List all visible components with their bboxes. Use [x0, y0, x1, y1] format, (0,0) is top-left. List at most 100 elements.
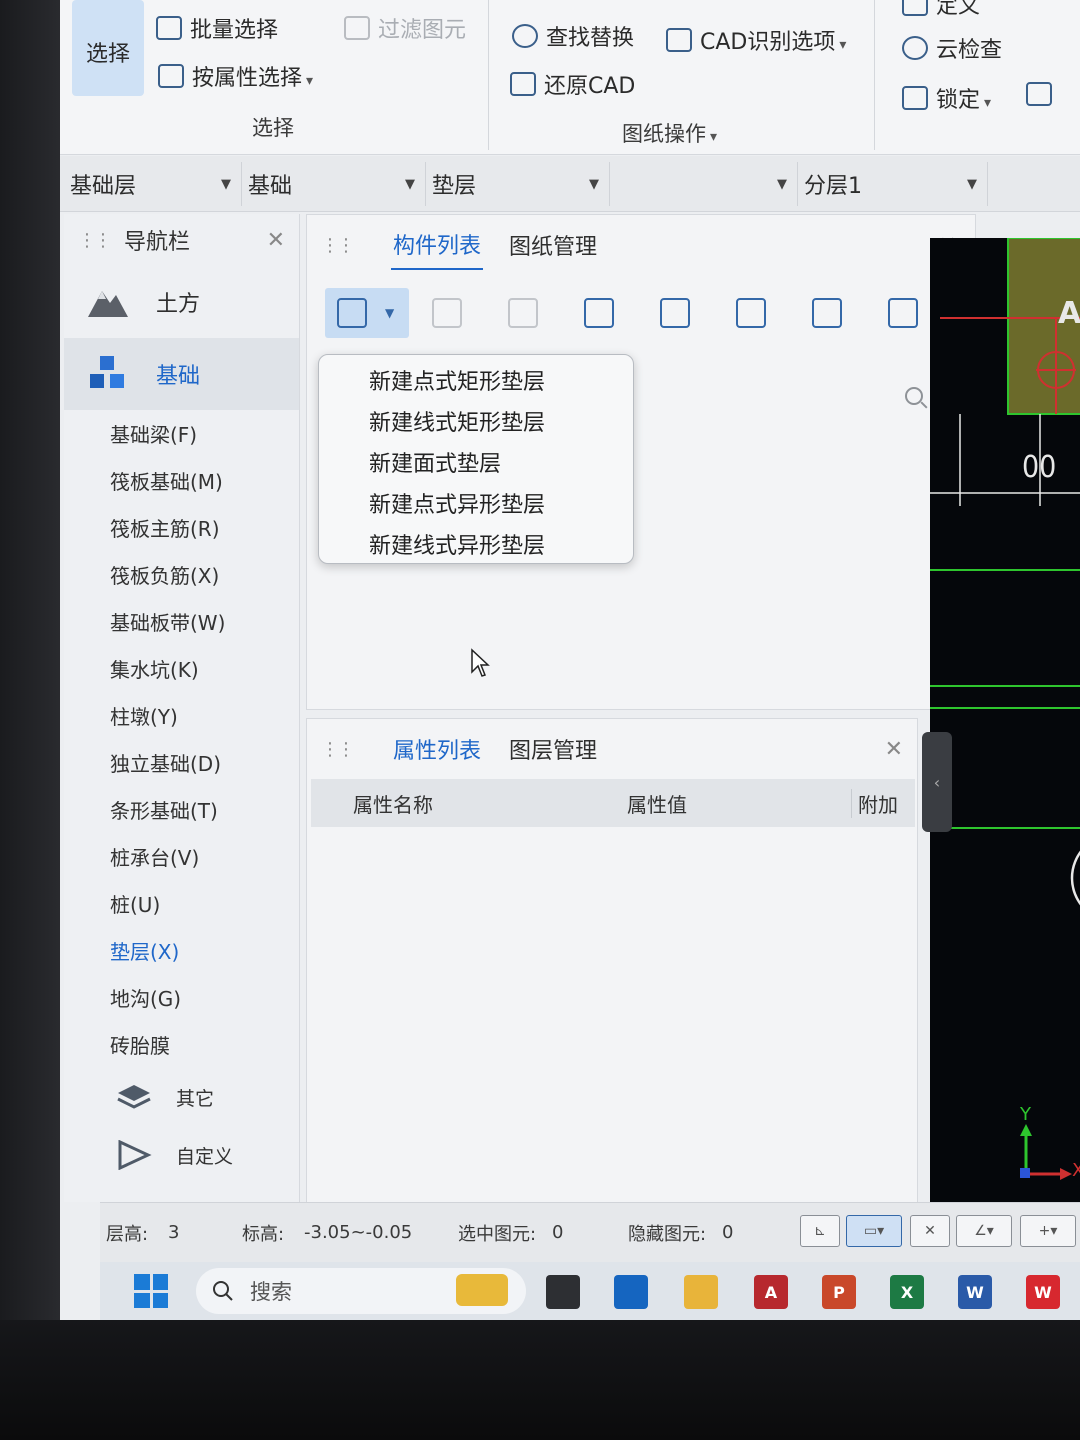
chevron-down-icon[interactable]: ▼ [385, 306, 394, 320]
nav-item[interactable]: 基础梁(F) [64, 410, 299, 457]
angle-icon: ∠▾ [974, 1223, 994, 1239]
delete-button[interactable] [485, 298, 561, 328]
nav-item[interactable]: 桩承台(V) [64, 833, 299, 880]
drawing-icon-button[interactable] [1026, 82, 1052, 106]
hidden-elements-value: 0 [722, 1222, 734, 1243]
duplicate-layers-button[interactable] [561, 298, 637, 328]
task-view-icon[interactable] [546, 1275, 580, 1309]
taskbar-search[interactable]: 搜索 [196, 1268, 526, 1314]
property-table-header: 属性名称 属性值 附加 [311, 779, 915, 827]
edit-component-button[interactable] [713, 298, 789, 328]
nav-category-other[interactable]: 其它 [64, 1068, 299, 1126]
drag-handle-icon[interactable]: ⋮⋮ [321, 739, 355, 760]
pick-component-button[interactable] [637, 298, 713, 328]
batch-select-button[interactable]: 批量选择 [156, 12, 278, 44]
report-icon [888, 298, 918, 328]
nav-item[interactable]: 地沟(G) [64, 974, 299, 1021]
monitor-bezel [0, 0, 62, 1440]
list-view-button[interactable] [789, 298, 865, 328]
ortho-mode-button[interactable]: ⊾ [800, 1215, 840, 1247]
copy-icon [432, 298, 462, 328]
component-select[interactable]: ▼ [610, 162, 798, 206]
nav-panel: ⋮⋮ 导航栏 ✕ 土方 基础 基础梁(F) 筏板基础(M) 筏板主筋(R) 筏板… [64, 214, 300, 1202]
status-bar: 层高: 3 标高: -3.05~-0.05 选中图元: 0 隐藏图元: 0 ⊾ … [100, 1202, 1080, 1262]
menu-item-new-area[interactable]: 新建面式垫层 [319, 441, 633, 482]
trash-icon [508, 298, 538, 328]
cross-select-button[interactable]: ✕ [910, 1215, 950, 1247]
drawing-ops-group-label[interactable]: 图纸操作 [622, 118, 717, 148]
search-icon[interactable] [905, 387, 923, 405]
floor-select[interactable]: 基础层 ▼ [64, 162, 242, 206]
nav-item[interactable]: 筏板基础(M) [64, 457, 299, 504]
component-type-select[interactable]: 垫层 ▼ [426, 162, 610, 206]
elevation-label: 标高: [242, 1223, 285, 1245]
cad-recognition-options-button[interactable]: CAD识别选项 [666, 24, 846, 56]
restore-cad-icon [510, 72, 536, 96]
cad-canvas[interactable]: A 00 100 11 Y X [930, 238, 1080, 1238]
tab-drawing-management[interactable]: 图纸管理 [507, 221, 599, 269]
play-triangle-icon [118, 1140, 152, 1170]
nav-item[interactable]: 砖胎膜 [64, 1021, 299, 1068]
menu-item-new-point-irregular[interactable]: 新建点式异形垫层 [319, 482, 633, 523]
select-button[interactable]: 选择 [72, 0, 144, 96]
copy-button[interactable] [409, 298, 485, 328]
nav-item[interactable]: 条形基础(T) [64, 786, 299, 833]
lock-button[interactable]: 锁定 [902, 82, 991, 114]
mouse-cursor-icon [471, 648, 490, 677]
cloud-check-button[interactable]: 云检查 [902, 32, 1002, 64]
nav-item[interactable]: 筏板负筋(X) [64, 551, 299, 598]
windows-start-icon[interactable] [134, 1274, 168, 1308]
chevron-down-icon: ▼ [589, 176, 599, 192]
category-select[interactable]: 基础 ▼ [242, 162, 426, 206]
nav-item[interactable]: 桩(U) [64, 880, 299, 927]
menu-item-new-line-irregular[interactable]: 新建线式异形垫层 [319, 523, 633, 564]
selected-elements-value: 0 [552, 1222, 564, 1243]
nav-item-selected[interactable]: 垫层(X) [64, 927, 299, 974]
filter-elements-button[interactable]: 过滤图元 [344, 12, 466, 44]
property-list-icon [158, 64, 184, 88]
drag-handle-icon[interactable]: ⋮⋮ [78, 230, 112, 251]
angle-button[interactable]: ∠▾ [956, 1215, 1012, 1247]
close-icon[interactable]: ✕ [885, 737, 903, 762]
tab-layer-management[interactable]: 图层管理 [507, 725, 599, 773]
nav-item[interactable]: 基础板带(W) [64, 598, 299, 645]
collapse-panel-toggle[interactable]: ‹ [922, 732, 952, 832]
select-group-label: 选择 [252, 116, 294, 140]
wps-icon[interactable]: W [1026, 1275, 1060, 1309]
nav-item[interactable]: 柱墩(Y) [64, 692, 299, 739]
menu-item-new-point-rect[interactable]: 新建点式矩形垫层 [319, 359, 633, 400]
property-panel: ⋮⋮ 属性列表 图层管理 ✕ 属性名称 属性值 附加 [306, 718, 918, 1206]
snap-button[interactable]: +▾ [1020, 1215, 1076, 1247]
layer-select[interactable]: 分层1 ▼ [798, 162, 988, 206]
chevron-down-icon: ▼ [777, 176, 787, 192]
find-replace-button[interactable]: 查找替换 [512, 20, 634, 52]
excel-icon[interactable]: X [890, 1275, 924, 1309]
select-mode-button[interactable]: ▭▾ [846, 1215, 902, 1247]
define-button[interactable]: 定义 [902, 0, 980, 20]
file-explorer-icon[interactable] [684, 1275, 718, 1309]
batch-select-icon [156, 16, 182, 40]
nav-category-earthwork[interactable]: 土方 [64, 266, 299, 338]
drag-handle-icon[interactable]: ⋮⋮ [321, 235, 355, 256]
new-component-button[interactable]: ▼ [325, 288, 409, 338]
access-icon[interactable]: A [754, 1275, 788, 1309]
cad-axis-x-label: X [1072, 1160, 1080, 1181]
nav-category-custom[interactable]: 自定义 [64, 1126, 299, 1184]
taskbar: 搜索 A P X W W [100, 1262, 1080, 1320]
nav-item[interactable]: 独立基础(D) [64, 739, 299, 786]
close-icon[interactable]: ✕ [267, 228, 285, 253]
nav-header: ⋮⋮ 导航栏 ✕ [64, 214, 299, 266]
select-by-property-button[interactable]: 按属性选择 [158, 60, 313, 92]
nav-category-foundation[interactable]: 基础 [64, 338, 299, 410]
tab-component-list[interactable]: 构件列表 [391, 220, 484, 270]
nav-item[interactable]: 筏板主筋(R) [64, 504, 299, 551]
store-icon[interactable] [614, 1275, 648, 1309]
tab-property-list[interactable]: 属性列表 [391, 725, 483, 773]
powerpoint-icon[interactable]: P [822, 1275, 856, 1309]
search-icon [213, 1281, 233, 1301]
ribbon-separator [488, 0, 489, 150]
nav-item[interactable]: 集水坑(K) [64, 645, 299, 692]
restore-cad-button[interactable]: 还原CAD [510, 68, 635, 100]
word-icon[interactable]: W [958, 1275, 992, 1309]
menu-item-new-line-rect[interactable]: 新建线式矩形垫层 [319, 400, 633, 441]
